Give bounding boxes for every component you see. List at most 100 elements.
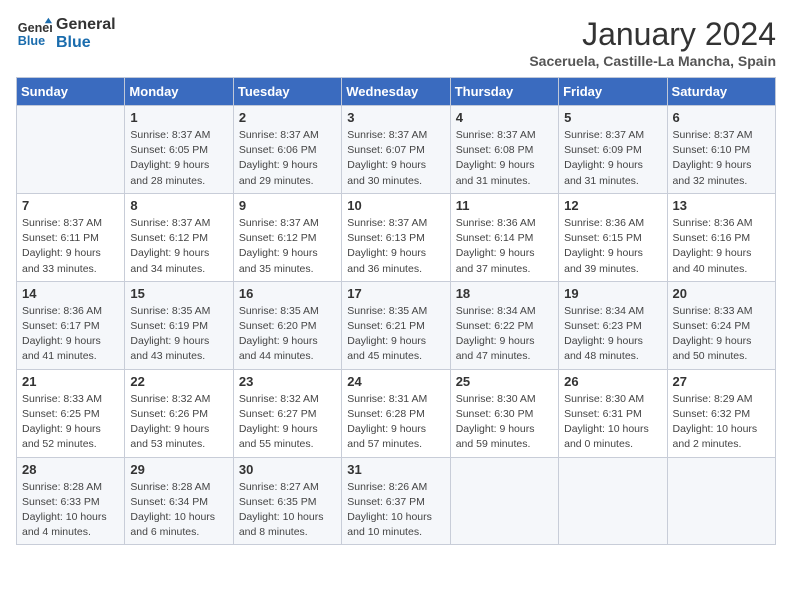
header-sunday: Sunday bbox=[17, 78, 125, 106]
day-number: 25 bbox=[456, 374, 553, 389]
week-row-5: 28Sunrise: 8:28 AMSunset: 6:33 PMDayligh… bbox=[17, 457, 776, 545]
calendar-cell: 18 Sunrise: 8:34 AMSunset: 6:22 PMDayligh… bbox=[450, 281, 558, 369]
day-info: Sunrise: 8:35 AMSunset: 6:20 PMDaylight:… bbox=[239, 304, 336, 365]
day-info: Sunrise: 8:28 AMSunset: 6:34 PMDaylight:… bbox=[130, 480, 227, 541]
title-block: January 2024 Saceruela, Castille-La Manc… bbox=[529, 16, 776, 69]
day-number: 11 bbox=[456, 198, 553, 213]
day-info: Sunrise: 8:36 AMSunset: 6:14 PMDaylight:… bbox=[456, 216, 553, 277]
day-number: 21 bbox=[22, 374, 119, 389]
day-info: Sunrise: 8:35 AMSunset: 6:19 PMDaylight:… bbox=[130, 304, 227, 365]
logo: General Blue General Blue bbox=[16, 16, 116, 52]
day-info: Sunrise: 8:37 AMSunset: 6:12 PMDaylight:… bbox=[239, 216, 336, 277]
day-info: Sunrise: 8:32 AMSunset: 6:26 PMDaylight:… bbox=[130, 392, 227, 453]
calendar-cell: 9Sunrise: 8:37 AMSunset: 6:12 PMDaylight… bbox=[233, 193, 341, 281]
calendar-cell: 12 Sunrise: 8:36 AMSunset: 6:15 PMDayligh… bbox=[559, 193, 667, 281]
day-info: Sunrise: 8:34 AMSunset: 6:22 PMDaylight:… bbox=[456, 304, 553, 365]
calendar-cell: 15 Sunrise: 8:35 AMSunset: 6:19 PMDayligh… bbox=[125, 281, 233, 369]
calendar-cell: 11 Sunrise: 8:36 AMSunset: 6:14 PMDayligh… bbox=[450, 193, 558, 281]
calendar-cell: 4 Sunrise: 8:37 AMSunset: 6:08 PMDaylight… bbox=[450, 106, 558, 194]
day-info: Sunrise: 8:36 AMSunset: 6:15 PMDaylight:… bbox=[564, 216, 661, 277]
calendar-cell: 1 Sunrise: 8:37 AMSunset: 6:05 PMDaylight… bbox=[125, 106, 233, 194]
day-number: 29 bbox=[130, 462, 227, 477]
day-number: 12 bbox=[564, 198, 661, 213]
day-info: Sunrise: 8:30 AMSunset: 6:31 PMDaylight:… bbox=[564, 392, 661, 453]
calendar-cell: 27 Sunrise: 8:29 AMSunset: 6:32 PMDayligh… bbox=[667, 369, 775, 457]
day-number: 16 bbox=[239, 286, 336, 301]
day-number: 18 bbox=[456, 286, 553, 301]
calendar-cell: 7Sunrise: 8:37 AMSunset: 6:11 PMDaylight… bbox=[17, 193, 125, 281]
day-info: Sunrise: 8:37 AMSunset: 6:12 PMDaylight:… bbox=[130, 216, 227, 277]
day-number: 10 bbox=[347, 198, 444, 213]
header-saturday: Saturday bbox=[667, 78, 775, 106]
logo-icon: General Blue bbox=[16, 16, 52, 52]
day-number: 14 bbox=[22, 286, 119, 301]
calendar-cell: 20Sunrise: 8:33 AMSunset: 6:24 PMDayligh… bbox=[667, 281, 775, 369]
day-info: Sunrise: 8:27 AMSunset: 6:35 PMDaylight:… bbox=[239, 480, 336, 541]
calendar-cell: 21 Sunrise: 8:33 AMSunset: 6:25 PMDayligh… bbox=[17, 369, 125, 457]
calendar-cell bbox=[559, 457, 667, 545]
day-info: Sunrise: 8:33 AMSunset: 6:25 PMDaylight:… bbox=[22, 392, 119, 453]
day-info: Sunrise: 8:35 AMSunset: 6:21 PMDaylight:… bbox=[347, 304, 444, 365]
location-subtitle: Saceruela, Castille-La Mancha, Spain bbox=[529, 53, 776, 69]
header-friday: Friday bbox=[559, 78, 667, 106]
day-info: Sunrise: 8:37 AMSunset: 6:10 PMDaylight:… bbox=[673, 128, 770, 189]
calendar-cell: 10 Sunrise: 8:37 AMSunset: 6:13 PMDayligh… bbox=[342, 193, 450, 281]
day-number: 5 bbox=[564, 110, 661, 125]
day-number: 3 bbox=[347, 110, 444, 125]
calendar-cell: 19 Sunrise: 8:34 AMSunset: 6:23 PMDayligh… bbox=[559, 281, 667, 369]
logo-general-text: General bbox=[56, 16, 116, 34]
day-number: 26 bbox=[564, 374, 661, 389]
page-header: General Blue General Blue January 2024 S… bbox=[16, 16, 776, 69]
day-number: 20 bbox=[673, 286, 770, 301]
calendar-cell: 23Sunrise: 8:32 AMSunset: 6:27 PMDayligh… bbox=[233, 369, 341, 457]
calendar-cell: 13Sunrise: 8:36 AMSunset: 6:16 PMDayligh… bbox=[667, 193, 775, 281]
calendar-cell: 3 Sunrise: 8:37 AMSunset: 6:07 PMDaylight… bbox=[342, 106, 450, 194]
calendar-cell: 14 Sunrise: 8:36 AMSunset: 6:17 PMDayligh… bbox=[17, 281, 125, 369]
calendar-cell: 25 Sunrise: 8:30 AMSunset: 6:30 PMDayligh… bbox=[450, 369, 558, 457]
header-thursday: Thursday bbox=[450, 78, 558, 106]
day-number: 1 bbox=[130, 110, 227, 125]
header-tuesday: Tuesday bbox=[233, 78, 341, 106]
calendar-cell: 31 Sunrise: 8:26 AMSunset: 6:37 PMDayligh… bbox=[342, 457, 450, 545]
day-number: 22 bbox=[130, 374, 227, 389]
calendar-cell: 24Sunrise: 8:31 AMSunset: 6:28 PMDayligh… bbox=[342, 369, 450, 457]
day-info: Sunrise: 8:26 AMSunset: 6:37 PMDaylight:… bbox=[347, 480, 444, 541]
day-info: Sunrise: 8:36 AMSunset: 6:17 PMDaylight:… bbox=[22, 304, 119, 365]
header-wednesday: Wednesday bbox=[342, 78, 450, 106]
week-row-4: 21 Sunrise: 8:33 AMSunset: 6:25 PMDayligh… bbox=[17, 369, 776, 457]
day-info: Sunrise: 8:37 AMSunset: 6:13 PMDaylight:… bbox=[347, 216, 444, 277]
month-title: January 2024 bbox=[529, 16, 776, 53]
day-info: Sunrise: 8:37 AMSunset: 6:07 PMDaylight:… bbox=[347, 128, 444, 189]
day-info: Sunrise: 8:37 AMSunset: 6:06 PMDaylight:… bbox=[239, 128, 336, 189]
day-number: 19 bbox=[564, 286, 661, 301]
day-info: Sunrise: 8:37 AMSunset: 6:08 PMDaylight:… bbox=[456, 128, 553, 189]
day-info: Sunrise: 8:31 AMSunset: 6:28 PMDaylight:… bbox=[347, 392, 444, 453]
calendar-cell bbox=[450, 457, 558, 545]
day-info: Sunrise: 8:30 AMSunset: 6:30 PMDaylight:… bbox=[456, 392, 553, 453]
header-monday: Monday bbox=[125, 78, 233, 106]
logo-blue-text: Blue bbox=[56, 34, 116, 52]
calendar-cell bbox=[17, 106, 125, 194]
day-number: 4 bbox=[456, 110, 553, 125]
day-number: 27 bbox=[673, 374, 770, 389]
day-info: Sunrise: 8:28 AMSunset: 6:33 PMDaylight:… bbox=[22, 480, 119, 541]
week-row-2: 7Sunrise: 8:37 AMSunset: 6:11 PMDaylight… bbox=[17, 193, 776, 281]
calendar-cell: 30 Sunrise: 8:27 AMSunset: 6:35 PMDayligh… bbox=[233, 457, 341, 545]
day-info: Sunrise: 8:34 AMSunset: 6:23 PMDaylight:… bbox=[564, 304, 661, 365]
day-number: 31 bbox=[347, 462, 444, 477]
day-number: 15 bbox=[130, 286, 227, 301]
calendar-cell: 22 Sunrise: 8:32 AMSunset: 6:26 PMDayligh… bbox=[125, 369, 233, 457]
calendar-cell: 26 Sunrise: 8:30 AMSunset: 6:31 PMDayligh… bbox=[559, 369, 667, 457]
day-number: 8 bbox=[130, 198, 227, 213]
calendar-cell: 5Sunrise: 8:37 AMSunset: 6:09 PMDaylight… bbox=[559, 106, 667, 194]
day-info: Sunrise: 8:32 AMSunset: 6:27 PMDaylight:… bbox=[239, 392, 336, 453]
svg-text:Blue: Blue bbox=[18, 34, 45, 48]
day-info: Sunrise: 8:37 AMSunset: 6:05 PMDaylight:… bbox=[130, 128, 227, 189]
day-number: 30 bbox=[239, 462, 336, 477]
day-number: 7 bbox=[22, 198, 119, 213]
calendar-cell: 2Sunrise: 8:37 AMSunset: 6:06 PMDaylight… bbox=[233, 106, 341, 194]
day-number: 13 bbox=[673, 198, 770, 213]
calendar-cell: 6Sunrise: 8:37 AMSunset: 6:10 PMDaylight… bbox=[667, 106, 775, 194]
calendar-cell: 29 Sunrise: 8:28 AMSunset: 6:34 PMDayligh… bbox=[125, 457, 233, 545]
day-info: Sunrise: 8:29 AMSunset: 6:32 PMDaylight:… bbox=[673, 392, 770, 453]
